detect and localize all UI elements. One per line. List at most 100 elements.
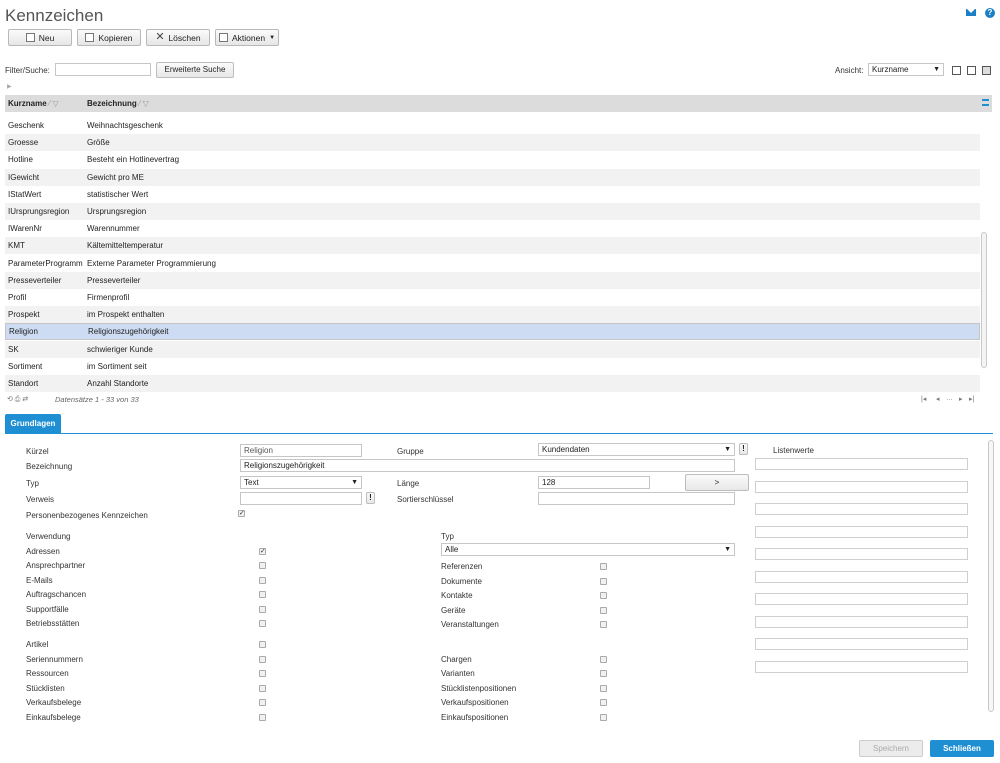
view-list-icon[interactable] xyxy=(952,66,961,75)
cell-short-name: ParameterProgramm xyxy=(8,258,83,268)
pager-prev-icon[interactable]: ◂ xyxy=(936,395,940,403)
listenwert-input[interactable] xyxy=(755,593,968,605)
usage-checkbox[interactable] xyxy=(600,578,607,585)
verweis-input[interactable] xyxy=(240,492,362,505)
usage-checkbox[interactable] xyxy=(259,714,266,721)
cell-short-name: SK xyxy=(8,344,19,354)
usage-label: E-Mails xyxy=(26,576,53,585)
usage-checkbox[interactable] xyxy=(259,685,266,692)
usage-checkbox[interactable] xyxy=(600,621,607,628)
view-detail-icon[interactable] xyxy=(967,66,976,75)
usage-checkbox[interactable] xyxy=(259,670,266,677)
table-row[interactable]: Hotline Besteht ein Hotlinevertrag xyxy=(5,151,980,168)
cell-description: Anzahl Standorte xyxy=(87,379,149,388)
listenwert-input[interactable] xyxy=(755,503,968,515)
personal-checkbox[interactable]: ✓ xyxy=(238,510,245,517)
sort-input[interactable] xyxy=(538,492,735,505)
table-row[interactable]: Standort Anzahl Standorte xyxy=(5,375,980,392)
table-row[interactable]: Presseverteiler Presseverteiler xyxy=(5,271,980,289)
usage-checkbox[interactable] xyxy=(600,656,607,663)
usage-checkbox[interactable] xyxy=(600,563,607,570)
table-row[interactable]: Groesse Größe xyxy=(5,134,980,152)
usage-checkbox[interactable] xyxy=(259,620,266,627)
new-button[interactable]: Neu xyxy=(8,29,72,46)
expand-arrow-icon[interactable]: ▶ xyxy=(7,83,12,90)
listenwert-input[interactable] xyxy=(755,615,968,628)
close-button[interactable]: Schließen xyxy=(930,740,994,757)
usage-checkbox[interactable] xyxy=(259,656,266,663)
view-split-icon[interactable] xyxy=(982,66,991,75)
table-row[interactable]: SK schwieriger Kunde xyxy=(5,340,980,358)
typ-select[interactable]: Text ▼ xyxy=(240,476,362,489)
usage-checkbox[interactable] xyxy=(600,592,607,599)
copy-button[interactable]: Kopieren xyxy=(77,29,141,46)
usage-checkbox[interactable] xyxy=(600,699,607,706)
table-row[interactable]: Geschenk Weihnachtsgeschenk xyxy=(5,117,980,134)
laenge-input[interactable]: 128 xyxy=(538,476,650,489)
filter-input[interactable] xyxy=(55,63,151,76)
table-row[interactable]: IGewicht Gewicht pro ME xyxy=(5,168,980,186)
cell-short-name: IStatWert xyxy=(8,189,42,199)
listenwert-input[interactable] xyxy=(755,458,968,470)
table-row[interactable]: Profil Firmenprofil xyxy=(5,289,980,306)
close-icon: ✕ xyxy=(155,31,165,43)
filter-icon[interactable]: ⁄ ▽ xyxy=(139,99,149,108)
table-row[interactable]: IStatWert statistischer Wert xyxy=(5,186,980,203)
help-icon[interactable]: ? xyxy=(985,8,995,18)
usage-checkbox[interactable] xyxy=(600,685,607,692)
usage-checkbox[interactable] xyxy=(259,641,266,648)
verweis-info-button[interactable]: ! xyxy=(366,492,375,504)
table-row[interactable]: Religion Religionszugehörigkeit xyxy=(5,323,980,341)
usage-checkbox[interactable] xyxy=(259,562,266,569)
grid-tools-icons[interactable]: ⟲ ⎙ ⇄ xyxy=(7,395,28,404)
tab-grundlagen[interactable]: Grundlagen xyxy=(5,414,61,434)
mail-icon[interactable] xyxy=(966,8,976,18)
form-scrollbar[interactable] xyxy=(988,440,994,712)
usage-checkbox[interactable] xyxy=(600,670,607,677)
usage-checkbox[interactable] xyxy=(600,607,607,614)
typ2-select[interactable]: Alle ▼ xyxy=(441,543,735,556)
usage-label: Artikel xyxy=(26,640,49,649)
listenwert-input[interactable] xyxy=(755,638,968,650)
grid-scrollbar-thumb[interactable] xyxy=(981,232,987,368)
pager-last-icon[interactable]: ▸| xyxy=(969,395,974,403)
usage-checkbox[interactable] xyxy=(259,606,266,613)
gruppe-info-button[interactable]: ! xyxy=(739,443,748,455)
cell-description: Presseverteiler xyxy=(87,275,141,285)
listenwert-input[interactable] xyxy=(755,480,968,493)
listenwert-input[interactable] xyxy=(755,660,968,673)
table-row[interactable]: ParameterProgramm Externe Parameter Progr… xyxy=(5,255,980,272)
table-row[interactable]: Prospekt im Prospekt enthalten xyxy=(5,306,980,324)
chevron-down-icon: ▼ xyxy=(724,546,731,553)
cell-description: Ursprungsregion xyxy=(87,207,147,216)
gruppe-select[interactable]: Kundendaten ▼ xyxy=(538,443,735,456)
kuerzel-input[interactable]: Religion xyxy=(240,444,362,457)
col-header-desc[interactable]: Bezeichnung ⁄ ▽ xyxy=(87,99,149,108)
col-header-short[interactable]: Kurzname ⁄ ▽ xyxy=(8,99,59,108)
delete-button[interactable]: ✕ Löschen xyxy=(146,29,210,46)
usage-checkbox[interactable] xyxy=(259,577,266,584)
view-select[interactable]: Kurzname ▼ xyxy=(868,63,944,76)
actions-button[interactable]: Aktionen ▼ xyxy=(215,29,279,46)
table-row[interactable]: KMT Kältemitteltemperatur xyxy=(5,237,980,255)
save-button[interactable]: Speichern xyxy=(859,740,923,757)
table-row[interactable]: Sortiment im Sortiment seit xyxy=(5,358,980,375)
usage-checkbox[interactable] xyxy=(259,699,266,706)
table-row[interactable]: IUrsprungsregion Ursprungsregion xyxy=(5,203,980,220)
pager-first-icon[interactable]: |◂ xyxy=(921,395,926,403)
arrow-button[interactable]: > xyxy=(685,474,749,491)
pager-next-icon[interactable]: ▸ xyxy=(959,395,963,403)
extended-search-button[interactable]: Erweiterte Suche xyxy=(156,62,234,78)
listenwert-input[interactable] xyxy=(755,570,968,583)
cell-short-name: Sortiment xyxy=(8,361,43,371)
bezeichnung-input[interactable]: Religionszugehörigkeit xyxy=(240,459,735,472)
usage-checkbox[interactable] xyxy=(259,591,266,598)
table-row[interactable]: IWarenNr Warennummer xyxy=(5,220,980,237)
usage-checkbox[interactable]: ✓ xyxy=(259,548,266,555)
listenwert-input[interactable] xyxy=(755,548,968,560)
listenwert-input[interactable] xyxy=(755,525,968,538)
column-settings-icon[interactable] xyxy=(982,99,989,106)
usage-label: Einkaufspositionen xyxy=(441,713,509,722)
filter-icon[interactable]: ⁄ ▽ xyxy=(49,99,59,108)
usage-checkbox[interactable] xyxy=(600,714,607,721)
